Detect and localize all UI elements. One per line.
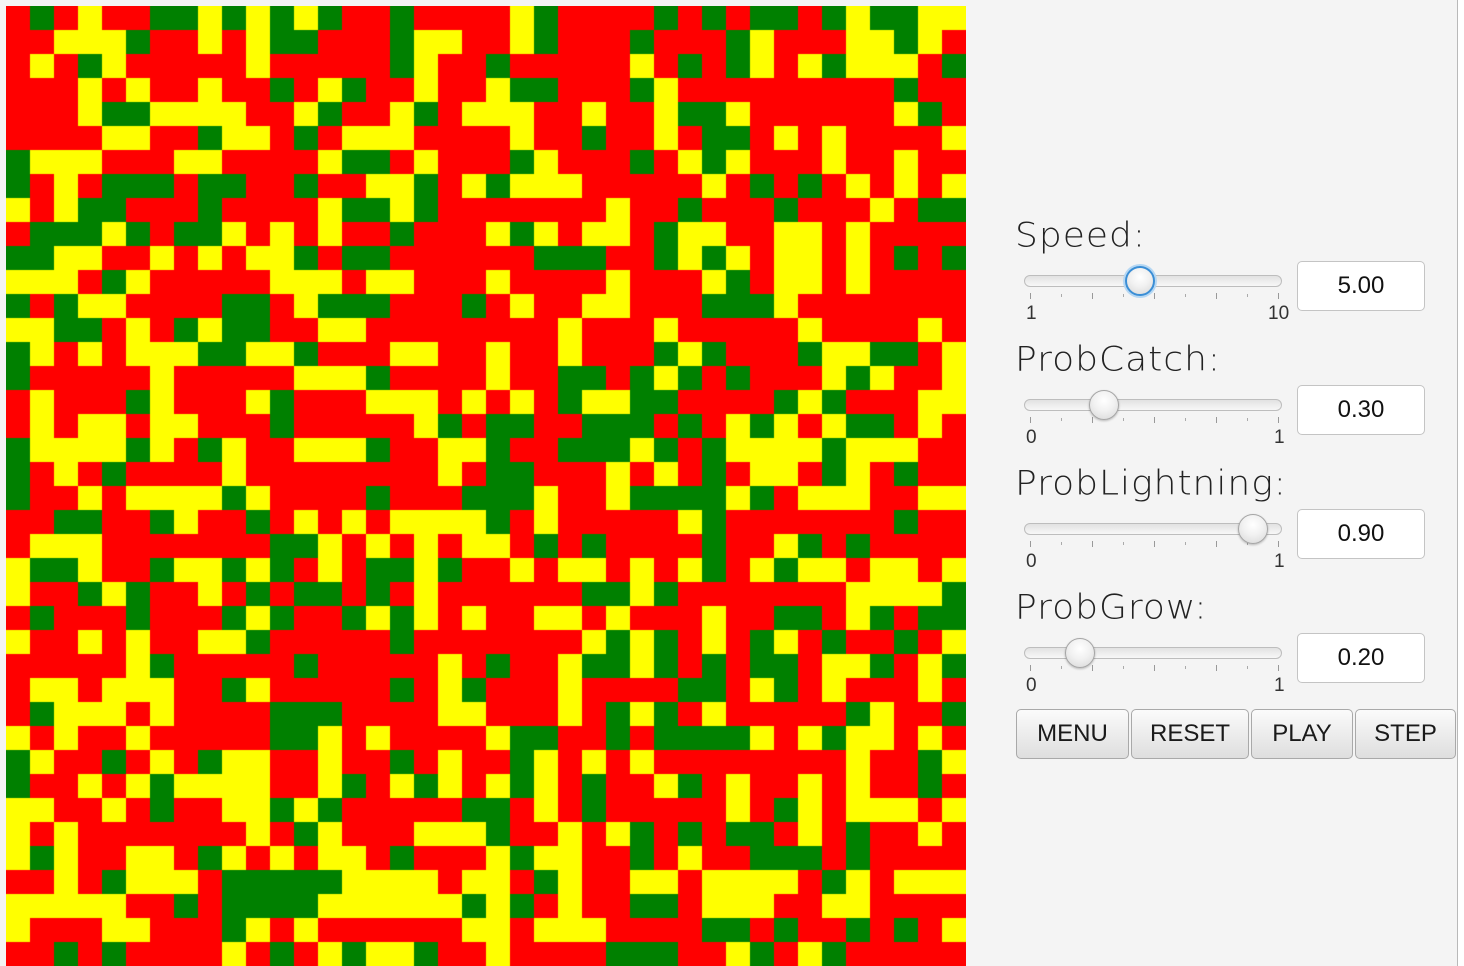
prob-lightning-slider[interactable]: 0 1 [1024, 514, 1285, 572]
speed-label: Speed: [1015, 216, 1146, 255]
slider-tick [1123, 542, 1124, 545]
prob-catch-max-label: 1 [1274, 427, 1285, 448]
slider-tick [1092, 417, 1093, 423]
slider-tick [1247, 418, 1248, 421]
prob-catch-slider-track[interactable] [1024, 399, 1282, 411]
speed-slider-thumb[interactable] [1125, 266, 1156, 296]
app-window: Speed: 1 10 5.00 ProbCatch: 0 1 0.30 Pro… [0, 0, 1458, 966]
prob-grow-slider-thumb[interactable] [1064, 638, 1095, 668]
slider-tick [1092, 541, 1093, 547]
slider-tick [1030, 293, 1031, 299]
slider-tick [1154, 293, 1155, 299]
speed-value-field[interactable]: 5.00 [1297, 261, 1425, 311]
button-row: MENU RESET PLAY STEP [1016, 709, 1456, 759]
prob-grow-value-field[interactable]: 0.20 [1297, 633, 1425, 683]
prob-grow-max-label: 1 [1274, 675, 1285, 696]
prob-lightning-max-label: 1 [1274, 551, 1285, 572]
slider-tick [1247, 666, 1248, 669]
prob-catch-label: ProbCatch: [1015, 340, 1222, 379]
slider-tick [1123, 418, 1124, 421]
prob-lightning-value-field[interactable]: 0.90 [1297, 509, 1425, 559]
prob-catch-value-field[interactable]: 0.30 [1297, 385, 1425, 435]
slider-tick [1061, 666, 1062, 669]
slider-tick [1278, 541, 1279, 547]
slider-tick [1092, 293, 1093, 299]
slider-tick [1061, 294, 1062, 297]
slider-tick [1278, 665, 1279, 671]
reset-button[interactable]: RESET [1131, 709, 1249, 759]
step-button[interactable]: STEP [1355, 709, 1456, 759]
slider-tick [1030, 417, 1031, 423]
speed-min-label: 1 [1026, 303, 1037, 324]
speed-slider[interactable]: 1 10 [1024, 266, 1289, 324]
slider-tick [1030, 541, 1031, 547]
speed-slider-ticks [1030, 293, 1279, 301]
control-panel: Speed: 1 10 5.00 ProbCatch: 0 1 0.30 Pro… [1000, 200, 1460, 800]
prob-grow-slider[interactable]: 0 1 [1024, 638, 1285, 696]
play-button[interactable]: PLAY [1251, 709, 1353, 759]
slider-tick [1154, 665, 1155, 671]
prob-grow-label: ProbGrow: [1015, 588, 1208, 627]
slider-tick [1216, 417, 1217, 423]
prob-lightning-slider-ticks [1030, 541, 1279, 549]
forest-fire-grid[interactable] [6, 6, 966, 966]
slider-tick [1278, 293, 1279, 299]
slider-tick [1216, 541, 1217, 547]
speed-max-label: 10 [1268, 303, 1290, 324]
slider-tick [1216, 293, 1217, 299]
slider-tick [1185, 294, 1186, 297]
prob-lightning-label: ProbLightning: [1015, 464, 1287, 503]
prob-lightning-min-label: 0 [1026, 551, 1037, 572]
slider-tick [1123, 294, 1124, 297]
prob-grow-min-label: 0 [1026, 675, 1037, 696]
slider-tick [1092, 665, 1093, 671]
slider-tick [1123, 666, 1124, 669]
slider-tick [1185, 666, 1186, 669]
slider-tick [1185, 542, 1186, 545]
slider-tick [1247, 294, 1248, 297]
slider-tick [1278, 417, 1279, 423]
prob-grow-slider-track[interactable] [1024, 647, 1282, 659]
slider-tick [1061, 542, 1062, 545]
prob-catch-slider-ticks [1030, 417, 1279, 425]
slider-tick [1154, 541, 1155, 547]
prob-catch-min-label: 0 [1026, 427, 1037, 448]
menu-button[interactable]: MENU [1016, 709, 1129, 759]
slider-tick [1154, 417, 1155, 423]
slider-tick [1030, 665, 1031, 671]
slider-tick [1216, 665, 1217, 671]
prob-catch-slider[interactable]: 0 1 [1024, 390, 1285, 448]
slider-tick [1061, 418, 1062, 421]
prob-lightning-slider-thumb[interactable] [1238, 514, 1269, 544]
prob-catch-slider-thumb[interactable] [1089, 390, 1120, 420]
slider-tick [1185, 418, 1186, 421]
prob-grow-slider-ticks [1030, 665, 1279, 673]
